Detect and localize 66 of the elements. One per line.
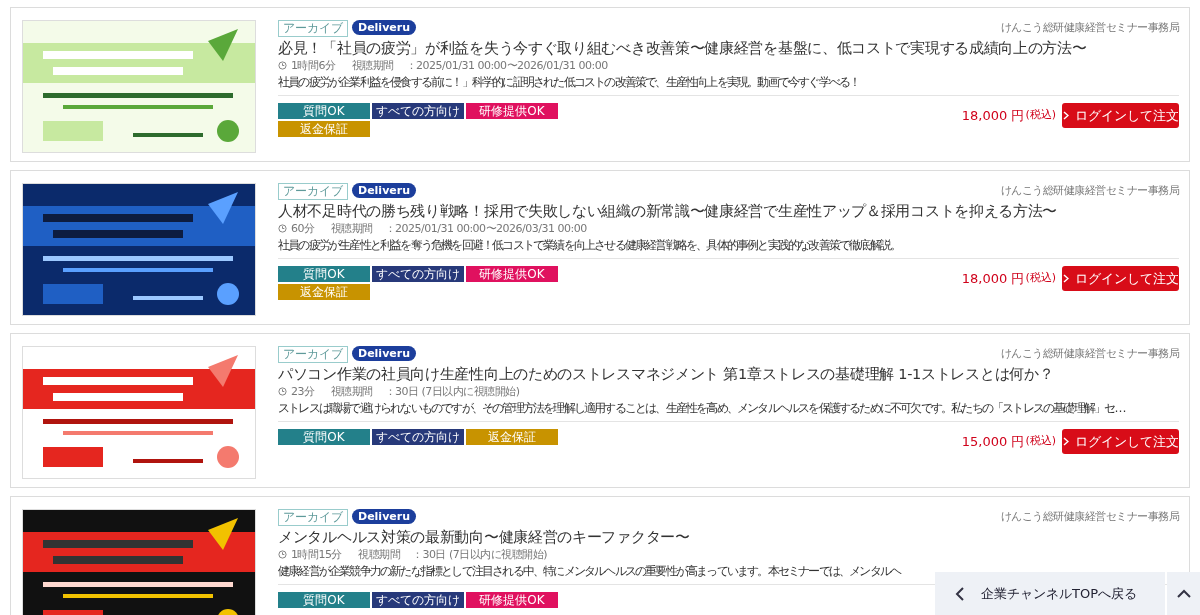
feature-tag: 返金保証 <box>466 429 558 445</box>
platform-badge: Deliveru <box>352 509 417 524</box>
clock-icon <box>278 387 287 396</box>
feature-tag: 質問OK <box>278 266 370 282</box>
clock-icon <box>278 224 287 233</box>
duration: 23分 <box>291 385 315 398</box>
feature-tag: 研修提供OK <box>466 592 558 608</box>
archive-badge: アーカイブ <box>278 20 348 37</box>
feature-tag: 研修提供OK <box>466 103 558 119</box>
organizer-name: けんこう総研健康経営セミナー事務局 <box>1000 20 1179 36</box>
duration: 1時間6分 <box>291 59 336 72</box>
feature-tag: 返金保証 <box>278 284 370 300</box>
period-label: 視聴期間 <box>358 548 400 561</box>
feature-tag: 返金保証 <box>278 121 370 137</box>
course-title[interactable]: 必見！「社員の疲労」が利益を失う今すぐ取り組むべき改善策〜健康経営を基盤に、低コストで実現する成績向上の方法〜 <box>278 38 1179 58</box>
viewing-period: ：30日 (7日以内に視聴開始) <box>412 548 548 561</box>
order-button[interactable]: ログインして注文 <box>1062 266 1179 291</box>
chevron-up-icon <box>1176 589 1191 598</box>
price: 18,000 円 <box>961 106 1025 125</box>
platform-badge: Deliveru <box>352 346 417 361</box>
back-link[interactable]: 企業チャンネルTOPへ戻る <box>981 583 1137 604</box>
order-button[interactable]: ログインして注文 <box>1062 429 1179 454</box>
course-title[interactable]: 人材不足時代の勝ち残り戦略！採用で失敗しない組織の新常識〜健康経営で生産性アップ＆採用コストを抑える方法〜 <box>278 201 1179 221</box>
feature-tag: すべての方向け <box>372 429 464 445</box>
clock-icon <box>278 550 287 559</box>
chevron-right-icon <box>1062 111 1069 120</box>
period-label: 視聴期間 <box>330 385 373 398</box>
organizer-name: けんこう総研健康経営セミナー事務局 <box>1000 183 1179 199</box>
duration: 1時間15分 <box>291 548 342 561</box>
period-label: 視聴期間 <box>351 59 394 72</box>
back-bar[interactable]: 企業チャンネルTOPへ戻る <box>935 572 1165 615</box>
order-button[interactable]: ログインして注文 <box>1062 103 1179 128</box>
viewing-period: ：2025/01/31 00:00〜2026/01/31 00:00 <box>405 59 608 72</box>
clock-icon <box>278 61 287 70</box>
platform-badge: Deliveru <box>352 20 417 35</box>
platform-badge: Deliveru <box>352 183 417 198</box>
viewing-period: ：30日 (7日以内に視聴開始) <box>384 385 520 398</box>
course-title[interactable]: パソコン作業の社員向け生産性向上のためのストレスマネジメント 第1章ストレスの基礎理解 1-1ストレスとは何か？ <box>278 364 1179 384</box>
chevron-left-icon <box>955 586 965 601</box>
organizer-name: けんこう総研健康経営セミナー事務局 <box>1000 509 1179 525</box>
archive-badge: アーカイブ <box>278 509 348 526</box>
feature-tag: すべての方向け <box>372 592 464 608</box>
feature-tag: すべての方向け <box>372 103 464 119</box>
feature-tag: 研修提供OK <box>466 266 558 282</box>
course-description: 社員の疲労が生産性と利益を奪う危機を回避！低コストで業績を向上させる健康経営戦略を、具体的事例と実践的な改善策で徹底解説。 <box>278 238 1179 259</box>
duration: 60分 <box>291 222 315 235</box>
course-description: 社員の疲労が企業利益を侵食する前に！」科学的に証明された低コストの改善策で、生産性向上を実現。動画で今すぐ学べる！ <box>278 75 1179 96</box>
scroll-top-button[interactable] <box>1167 572 1200 615</box>
chevron-right-icon <box>1062 274 1069 283</box>
feature-tag: 質問OK <box>278 592 370 608</box>
tax-note: (税込) <box>1025 270 1056 287</box>
course-description: ストレスは職場で避けられないものですが、その管理方法を理解し適用することは、生産性を高め、メンタルヘルスを保護するために不可欠です。私たちの「ストレスの基礎理解」セ… <box>278 401 1179 422</box>
chevron-right-icon <box>1062 437 1069 446</box>
archive-badge: アーカイブ <box>278 346 348 363</box>
tax-note: (税込) <box>1025 107 1056 124</box>
feature-tag: すべての方向け <box>372 266 464 282</box>
price: 18,000 円 <box>961 269 1025 288</box>
tax-note: (税込) <box>1025 433 1056 450</box>
price: 15,000 円 <box>961 432 1025 451</box>
course-title[interactable]: メンタルヘルス対策の最新動向〜健康経営のキーファクター〜 <box>278 527 1179 547</box>
archive-badge: アーカイブ <box>278 183 348 200</box>
viewing-period: ：2025/01/31 00:00〜2026/03/31 00:00 <box>384 222 587 235</box>
organizer-name: けんこう総研健康経営セミナー事務局 <box>1000 346 1179 362</box>
period-label: 視聴期間 <box>330 222 373 235</box>
feature-tag: 質問OK <box>278 103 370 119</box>
feature-tag: 質問OK <box>278 429 370 445</box>
